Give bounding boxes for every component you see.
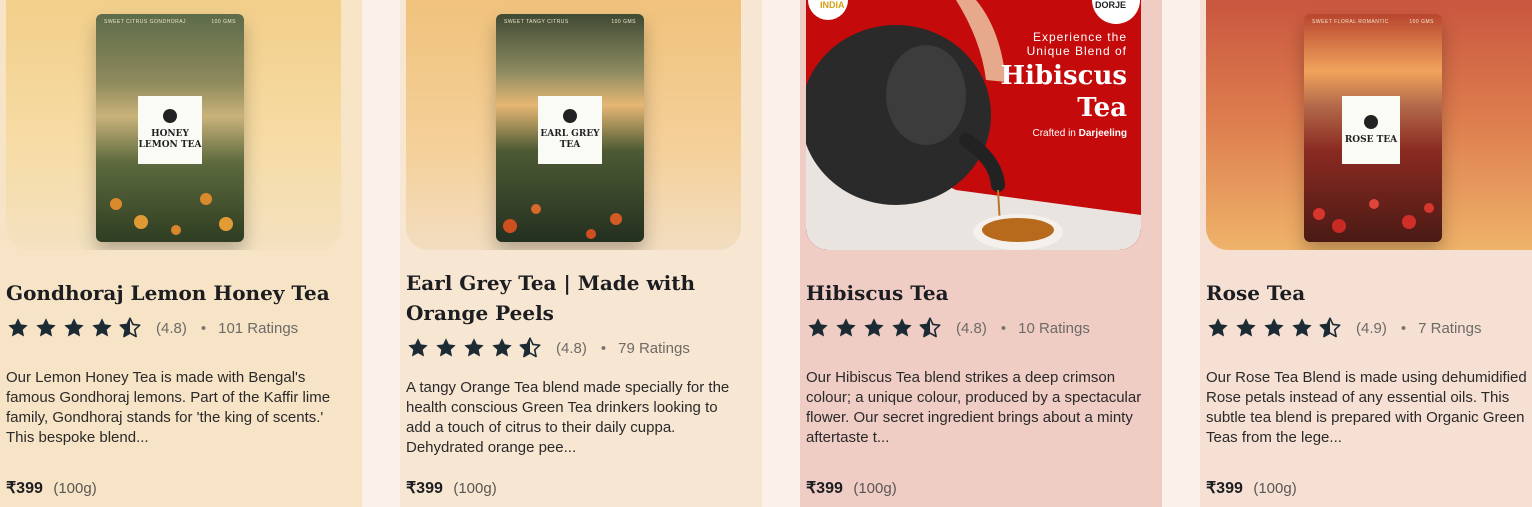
product-image[interactable]: SWEET TANGY CITRUS 100 GMS EARL GREY TEA [406,0,741,250]
rating-row: (4.8) • 79 Ratings [406,336,690,360]
rating-row: (4.8) • 10 Ratings [806,316,1090,340]
star-half-icon [518,336,542,360]
pack-tag: SWEET FLORAL ROMANTIC [1312,19,1389,25]
star-icon [6,316,30,340]
pack-label: EARL GREY TEA [538,96,602,164]
product-card[interactable]: SWEET CITRUS GONDHORAJ 100 GMS HONEY LEMO… [0,0,362,507]
promo-line: Unique Blend of [1026,44,1127,58]
product-title[interactable]: Hibiscus Tea [806,278,1146,308]
product-card[interactable]: SWEET TANGY CITRUS 100 GMS EARL GREY TEA … [400,0,762,507]
badge-left: INDIA [820,0,845,10]
pack-weight: 100 GMS [211,19,236,25]
promo-crafted: Crafted in [1032,128,1076,139]
product-image[interactable]: SWEET FLORAL ROMANTIC 100 GMS ROSE TEA [1206,0,1532,250]
product-title[interactable]: Earl Grey Tea | Made with Orange Peels [406,268,746,328]
rating-stars [806,316,942,340]
tea-pack-image: SWEET TANGY CITRUS 100 GMS EARL GREY TEA [496,14,644,242]
star-icon [406,336,430,360]
star-icon [1234,316,1258,340]
star-icon [890,316,914,340]
rating-value: (4.9) [1356,319,1387,337]
promo-line: Experience the [1032,30,1127,44]
rose-field-illustration [1313,199,1434,233]
product-image[interactable]: INDIA DORJE Experience the Unique Blend … [806,0,1141,250]
product-title[interactable]: Gondhoraj Lemon Honey Tea [6,278,346,308]
brand-logo-icon [163,109,177,123]
star-icon [1290,316,1314,340]
product-price: ₹399 [6,480,43,497]
product-weight: (100g) [453,480,497,497]
pack-label: HONEY LEMON TEA [138,96,202,164]
star-icon [1206,316,1230,340]
star-icon [90,316,114,340]
orange-trees-illustration [503,204,622,239]
orange-trees-illustration [110,193,233,235]
rating-stars [406,336,542,360]
star-icon [834,316,858,340]
brand-logo-icon [563,109,577,123]
star-icon [462,336,486,360]
star-icon [806,316,830,340]
product-title[interactable]: Rose Tea [1206,278,1532,308]
pack-tag: SWEET CITRUS GONDHORAJ [104,19,187,25]
product-price: ₹399 [406,480,443,497]
price-row: ₹399 (100g) [406,478,497,498]
star-half-icon [918,316,942,340]
product-image[interactable]: SWEET CITRUS GONDHORAJ 100 GMS HONEY LEMO… [6,0,341,250]
promo-place: Darjeeling [1078,128,1127,139]
star-half-icon [118,316,142,340]
product-card[interactable]: SWEET FLORAL ROMANTIC 100 GMS ROSE TEA Ro… [1200,0,1532,507]
pack-tag: SWEET TANGY CITRUS [504,19,569,25]
star-half-icon [1318,316,1342,340]
star-icon [62,316,86,340]
product-card[interactable]: INDIA DORJE Experience the Unique Blend … [800,0,1162,507]
promo-headline: Tea [1077,93,1127,123]
ratings-count: 10 Ratings [1018,319,1090,337]
rating-stars [6,316,142,340]
rating-row: (4.9) • 7 Ratings [1206,316,1481,340]
product-weight: (100g) [1253,480,1297,497]
ratings-count: 101 Ratings [218,319,299,337]
product-description: Our Rose Tea Blend is made using dehumid… [1206,369,1527,446]
star-icon [490,336,514,360]
rating-stars [1206,316,1342,340]
product-weight: (100g) [53,480,97,497]
badge-right: DORJE [1095,0,1127,10]
star-icon [434,336,458,360]
product-price: ₹399 [1206,480,1243,497]
product-description: A tangy Orange Tea blend made specially … [406,379,730,456]
star-icon [1262,316,1286,340]
star-icon [34,316,58,340]
ratings-count: 79 Ratings [618,339,690,357]
price-row: ₹399 (100g) [6,478,97,498]
product-weight: (100g) [853,480,897,497]
tea-pack-image: SWEET FLORAL ROMANTIC 100 GMS ROSE TEA [1304,14,1442,242]
rating-value: (4.8) [156,319,187,337]
star-icon [862,316,886,340]
promo-text-block: Experience the Unique Blend of Hibiscus … [1000,30,1127,139]
pack-weight: 100 GMS [1409,19,1434,25]
price-row: ₹399 (100g) [1206,478,1297,498]
product-price: ₹399 [806,480,843,497]
pack-weight: 100 GMS [611,19,636,25]
brand-logo-icon [1364,114,1378,129]
product-description: Our Hibiscus Tea blend strikes a deep cr… [806,369,1142,446]
ratings-count: 7 Ratings [1418,319,1482,337]
pack-label: ROSE TEA [1342,96,1400,164]
rating-value: (4.8) [556,339,587,357]
rating-row: (4.8) • 101 Ratings [6,316,298,340]
rating-value: (4.8) [956,319,987,337]
product-description: Our Lemon Honey Tea is made with Bengal'… [6,369,331,446]
price-row: ₹399 (100g) [806,478,897,498]
promo-headline: Hibiscus [1000,61,1127,91]
tea-pack-image: SWEET CITRUS GONDHORAJ 100 GMS HONEY LEMO… [96,14,244,242]
